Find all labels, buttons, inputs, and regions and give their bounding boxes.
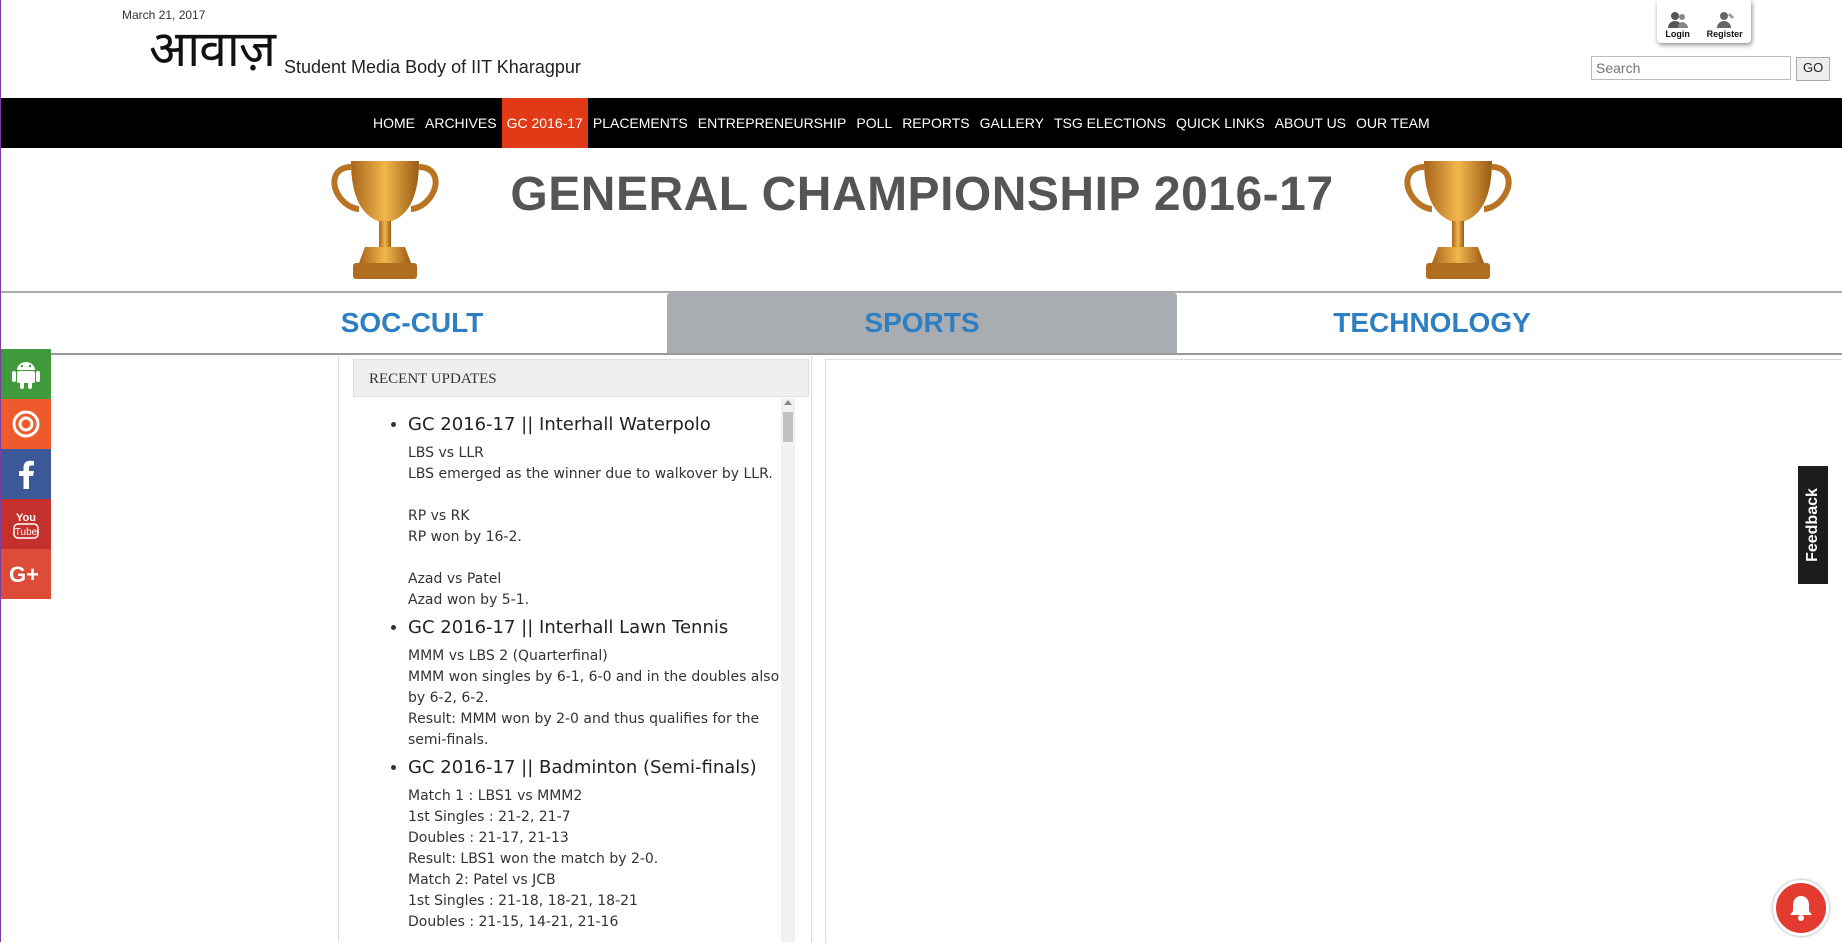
update-title[interactable]: GC 2016-17 || Interhall Lawn Tennis	[408, 617, 795, 638]
nav-gallery[interactable]: GALLERY	[975, 98, 1049, 148]
svg-text:G+: G+	[9, 562, 39, 586]
scroll-up-icon[interactable]	[784, 400, 792, 405]
social-target-button[interactable]	[1, 399, 51, 449]
recent-updates-heading: RECENT UPDATES	[353, 359, 809, 397]
update-body: MMM vs LBS 2 (Quarterfinal) MMM won sing…	[408, 648, 780, 748]
recent-updates-list[interactable]: GC 2016-17 || Interhall Waterpolo LBS vs…	[353, 400, 795, 942]
update-body: Match 1 : LBS1 vs MMM2 1st Singles : 21-…	[408, 788, 659, 930]
navbar: HOME ARCHIVES GC 2016-17 PLACEMENTS ENTR…	[1, 98, 1842, 148]
recent-updates-scrollbar[interactable]	[781, 398, 795, 942]
social-youtube-button[interactable]: You Tube	[1, 499, 51, 549]
nav-reports[interactable]: REPORTS	[897, 98, 974, 148]
feedback-label: Feedback	[1804, 488, 1821, 562]
register-user-icon	[1716, 12, 1734, 28]
scrollbar-thumb[interactable]	[783, 412, 793, 442]
tab-soc-cult[interactable]: SOC-CULT	[157, 293, 667, 353]
category-tabs: SOC-CULT SPORTS TECHNOLOGY	[1, 293, 1842, 353]
list-item: GC 2016-17 || Badminton (Semi-finals) Ma…	[408, 757, 795, 933]
login-button[interactable]: Login	[1665, 11, 1690, 39]
nav-archives[interactable]: ARCHIVES	[420, 98, 502, 148]
bell-icon	[1790, 896, 1812, 921]
list-item: GC 2016-17 || Interhall Lawn Tennis MMM …	[408, 617, 795, 751]
update-title[interactable]: GC 2016-17 || Badminton (Semi-finals)	[408, 757, 795, 778]
search-input[interactable]	[1591, 56, 1791, 80]
recent-updates-panel: RECENT UPDATES GC 2016-17 || Interhall W…	[338, 356, 812, 942]
nav-poll[interactable]: POLL	[851, 98, 897, 148]
page-title: GENERAL CHAMPIONSHIP 2016-17	[510, 168, 1334, 221]
nav-gc-2016-17[interactable]: GC 2016-17	[501, 98, 588, 148]
nav-entrepreneurship[interactable]: ENTREPRENEURSHIP	[693, 98, 852, 148]
search-go-button[interactable]: GO	[1796, 57, 1831, 81]
svg-text:Tube: Tube	[15, 527, 38, 538]
register-label: Register	[1706, 29, 1743, 39]
google-plus-icon: G+	[9, 562, 39, 586]
users-icon	[1667, 12, 1688, 28]
update-title[interactable]: GC 2016-17 || Interhall Waterpolo	[408, 414, 795, 435]
tagline: Student Media Body of IIT Kharagpur	[284, 57, 581, 77]
social-android-button[interactable]	[1, 349, 51, 399]
target-icon	[12, 410, 40, 438]
divider	[1, 353, 1842, 355]
register-button[interactable]: Register	[1707, 11, 1743, 39]
auth-box: Login Register	[1657, 0, 1751, 43]
login-label: Login	[1665, 29, 1690, 39]
nav-tsg-elections[interactable]: TSG ELECTIONS	[1049, 98, 1171, 148]
nav-placements[interactable]: PLACEMENTS	[588, 98, 693, 148]
svg-text:You: You	[16, 512, 36, 524]
update-body: LBS vs LLR LBS emerged as the winner due…	[408, 445, 773, 608]
notification-bell-button[interactable]	[1773, 880, 1829, 936]
youtube-icon: You Tube	[13, 512, 39, 539]
nav-home[interactable]: HOME	[368, 98, 420, 148]
content-panel	[825, 359, 1842, 943]
main-nav: HOME ARCHIVES GC 2016-17 PLACEMENTS ENTR…	[368, 98, 1435, 148]
nav-quick-links[interactable]: QUICK LINKS	[1171, 98, 1270, 148]
tab-sports[interactable]: SPORTS	[667, 293, 1177, 353]
social-facebook-button[interactable]	[1, 449, 51, 499]
android-icon	[12, 362, 40, 389]
facebook-icon	[19, 460, 34, 489]
social-google-plus-button[interactable]: G+	[1, 549, 51, 599]
nav-our-team[interactable]: OUR TEAM	[1351, 98, 1435, 148]
tab-technology[interactable]: TECHNOLOGY	[1177, 293, 1687, 353]
nav-about-us[interactable]: ABOUT US	[1270, 98, 1351, 148]
list-item: GC 2016-17 || Interhall Waterpolo LBS vs…	[408, 414, 795, 611]
feedback-button[interactable]: Feedback	[1798, 466, 1828, 584]
site-logo[interactable]: आवाज़	[149, 24, 276, 74]
